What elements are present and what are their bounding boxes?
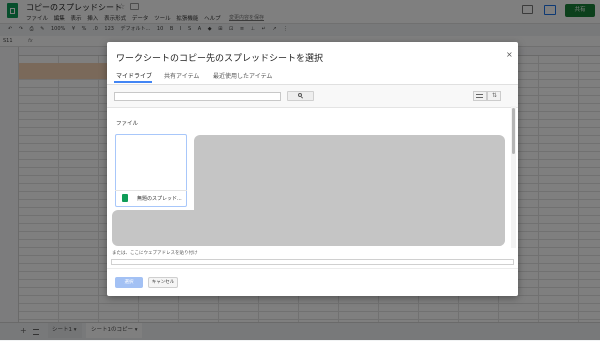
sort-icon: ⇅ [492, 92, 498, 99]
tab-recent[interactable]: 最近使用したアイテム [213, 71, 272, 80]
tab-my-drive[interactable]: マイドライブ [116, 71, 152, 80]
url-input[interactable] [111, 259, 514, 265]
url-paste-label: または、ここにウェブアドレスを貼り付け [112, 251, 198, 256]
close-icon[interactable]: × [506, 50, 513, 59]
file-name: 無題のスプレッド... [137, 196, 182, 202]
cancel-button[interactable]: キャンセル [148, 277, 178, 288]
select-spreadsheet-dialog: ワークシートのコピー先のスプレッドシートを選択 × マイドライブ 共有アイテム … [107, 42, 518, 296]
search-input[interactable] [114, 92, 281, 101]
footer-divider [107, 268, 518, 269]
active-tab-indicator [114, 81, 152, 83]
list-view-icon [476, 94, 483, 98]
files-section-label: ファイル [116, 121, 139, 127]
loading-placeholder [112, 210, 505, 246]
select-button[interactable]: 選択 [115, 277, 143, 288]
dialog-title: ワークシートのコピー先のスプレッドシートを選択 [116, 54, 324, 64]
tab-shared-with-me[interactable]: 共有アイテム [164, 71, 199, 80]
spreadsheet-file-icon [122, 194, 128, 202]
scrollbar-thumb[interactable] [512, 108, 515, 154]
